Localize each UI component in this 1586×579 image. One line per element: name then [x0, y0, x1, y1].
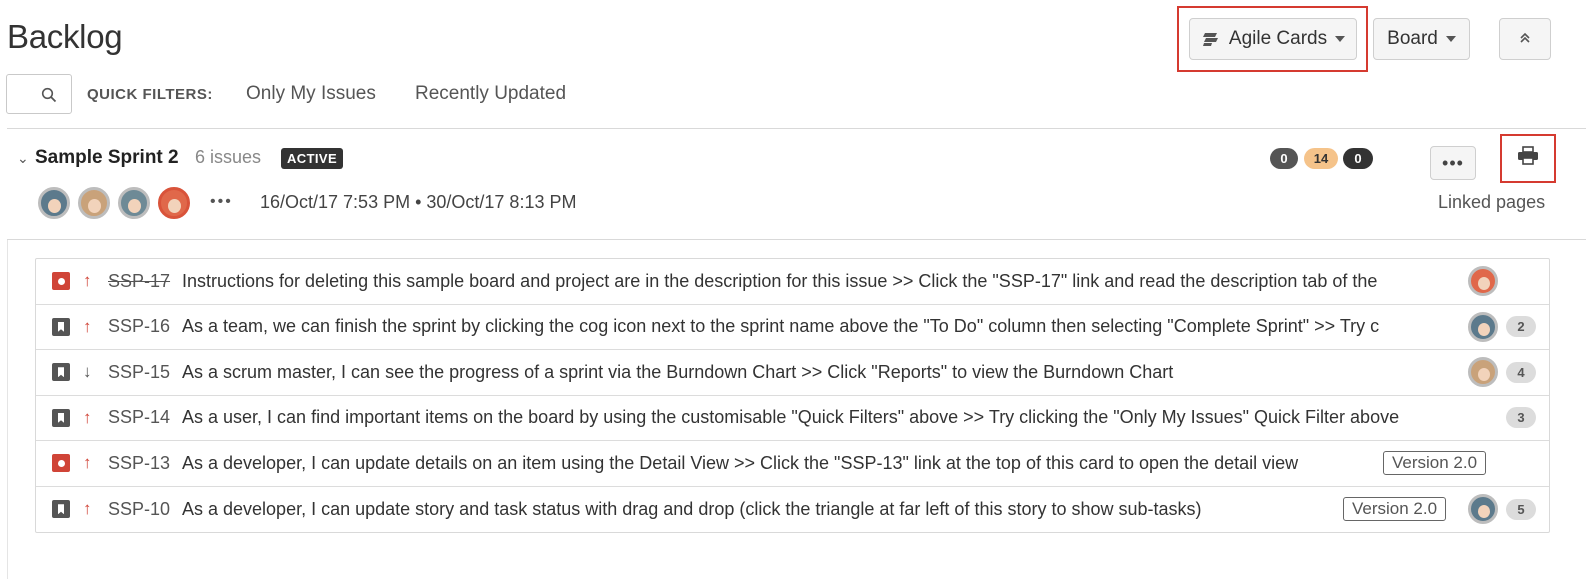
- issue-key[interactable]: SSP-15: [108, 362, 170, 383]
- fix-version-badge[interactable]: Version 2.0: [1343, 497, 1447, 522]
- priority-high-icon: ↑: [83, 453, 92, 473]
- board-button[interactable]: Board: [1373, 18, 1470, 60]
- bug-icon: [52, 454, 70, 473]
- issue-summary: As a team, we can finish the sprint by c…: [182, 316, 1380, 337]
- chevron-down-icon[interactable]: ⌄: [17, 150, 29, 167]
- quick-filter-recently-updated[interactable]: Recently Updated: [415, 83, 566, 105]
- page-title: Backlog: [7, 18, 123, 55]
- collapse-button[interactable]: [1499, 18, 1551, 60]
- story-icon: [52, 408, 70, 427]
- issue-summary: Instructions for deleting this sample bo…: [182, 270, 1378, 291]
- avatar[interactable]: [38, 187, 70, 219]
- in-progress-count-badge: 14: [1304, 148, 1338, 169]
- story-points-badge: 3: [1506, 407, 1536, 429]
- quick-filter-only-my-issues[interactable]: Only My Issues: [246, 83, 376, 105]
- issue-row[interactable]: ↑ SSP-16 As a team, we can finish the sp…: [36, 305, 1549, 350]
- print-button[interactable]: [1500, 134, 1556, 183]
- story-points-badge: 4: [1506, 361, 1536, 383]
- issue-key[interactable]: SSP-13: [108, 453, 170, 474]
- chevron-down-icon: [1445, 36, 1456, 42]
- assignee-avatar[interactable]: [1468, 266, 1498, 297]
- story-icon: [52, 363, 70, 382]
- story-icon: [52, 500, 70, 519]
- board-label: Board: [1387, 28, 1438, 49]
- priority-high-icon: ↑: [83, 407, 92, 427]
- bug-icon: [52, 272, 70, 291]
- todo-count-badge: 0: [1270, 148, 1298, 169]
- avatar[interactable]: [158, 187, 190, 219]
- cards-icon: [1201, 31, 1221, 47]
- quick-filters-label: QUICK FILTERS:: [87, 86, 213, 103]
- priority-high-icon: ↑: [83, 499, 92, 519]
- issue-row[interactable]: ↑ SSP-14 As a user, I can find important…: [36, 396, 1549, 441]
- priority-low-icon: ↓: [83, 362, 92, 382]
- issue-summary: As a user, I can find important items on…: [182, 407, 1400, 428]
- agile-cards-button[interactable]: Agile Cards: [1189, 18, 1357, 60]
- sprint-more-button[interactable]: •••: [1430, 146, 1476, 180]
- linked-pages-label[interactable]: Linked pages: [1438, 192, 1545, 213]
- double-chevron-up-icon: [1519, 28, 1531, 50]
- priority-high-icon: ↑: [83, 271, 92, 291]
- issue-row[interactable]: ↑ SSP-17 Instructions for deleting this …: [36, 259, 1549, 305]
- printer-icon: [1517, 146, 1539, 171]
- assignee-avatar[interactable]: [1468, 357, 1498, 388]
- search-icon: [41, 87, 57, 108]
- sprint-name[interactable]: Sample Sprint 2: [35, 147, 179, 169]
- issue-row[interactable]: ↑ SSP-13 As a developer, I can update de…: [36, 441, 1549, 487]
- issue-summary: As a developer, I can update story and t…: [182, 498, 1202, 519]
- agile-cards-label: Agile Cards: [1228, 28, 1328, 49]
- search-input[interactable]: [6, 74, 72, 114]
- issue-list: ↑ SSP-17 Instructions for deleting this …: [35, 258, 1550, 533]
- avatar[interactable]: [78, 187, 110, 219]
- story-icon: [52, 317, 70, 336]
- sprint-dates: 16/Oct/17 7:53 PM • 30/Oct/17 8:13 PM: [260, 192, 577, 212]
- story-points-badge: 2: [1506, 316, 1536, 338]
- sprint-issue-count: 6 issues: [195, 147, 262, 167]
- issue-summary: As a developer, I can update details on …: [182, 452, 1299, 473]
- fix-version-badge[interactable]: Version 2.0: [1383, 451, 1487, 476]
- issue-key[interactable]: SSP-16: [108, 316, 170, 337]
- issue-key[interactable]: SSP-17: [108, 271, 170, 292]
- assignee-avatar[interactable]: [1468, 494, 1498, 525]
- chevron-down-icon: [1335, 36, 1346, 42]
- avatar[interactable]: [118, 187, 150, 219]
- assignee-avatar[interactable]: [1468, 311, 1498, 342]
- issue-summary: As a scrum master, I can see the progres…: [182, 361, 1174, 382]
- story-points-badge: 5: [1506, 498, 1536, 520]
- issue-key[interactable]: SSP-10: [108, 499, 170, 520]
- sprint-status-badge: ACTIVE: [281, 148, 344, 169]
- issue-row[interactable]: ↑ SSP-10 As a developer, I can update st…: [36, 487, 1549, 533]
- divider: [7, 128, 1586, 129]
- divider: [7, 239, 1586, 240]
- more-assignees-button[interactable]: •••: [210, 193, 233, 211]
- done-count-badge: 0: [1343, 148, 1373, 169]
- issue-key[interactable]: SSP-14: [108, 407, 170, 428]
- issue-row[interactable]: ↓ SSP-15 As a scrum master, I can see th…: [36, 350, 1549, 396]
- divider: [7, 240, 8, 579]
- priority-high-icon: ↑: [83, 316, 92, 336]
